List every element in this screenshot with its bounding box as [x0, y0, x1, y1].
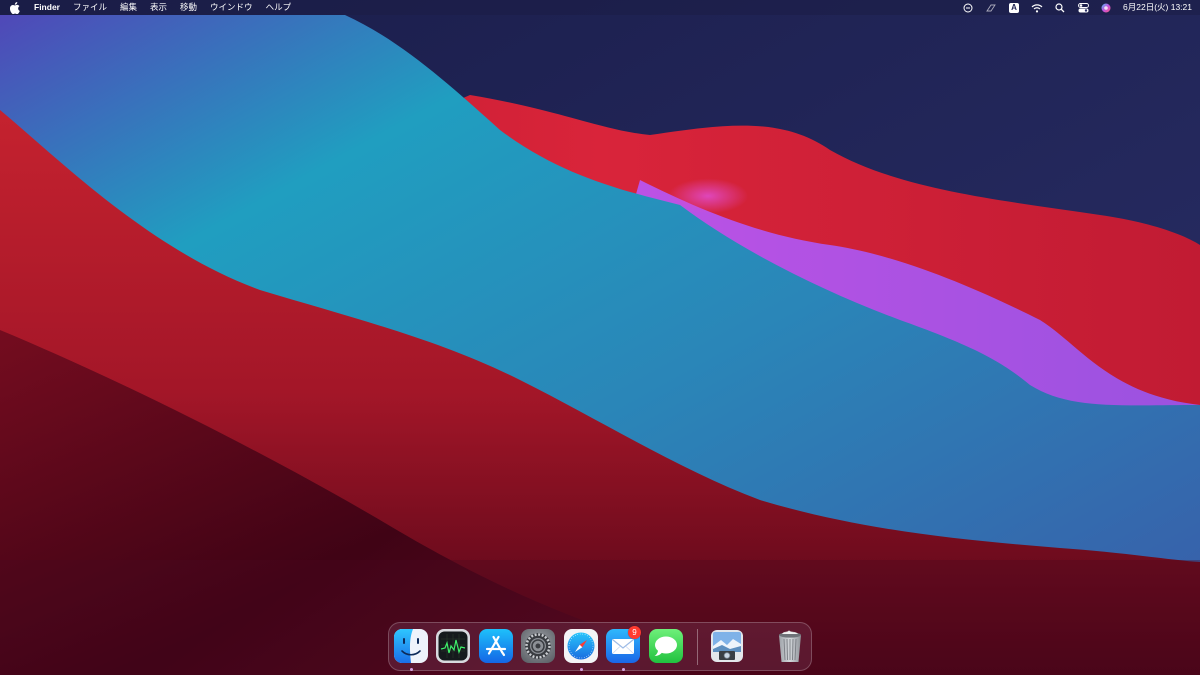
safari-icon [564, 629, 598, 663]
menu-help[interactable]: ヘルプ [266, 0, 292, 15]
desktop-wallpaper [0, 0, 1200, 675]
wifi-icon[interactable] [1031, 2, 1043, 14]
menu-go[interactable]: 移動 [180, 0, 197, 15]
menu-file[interactable]: ファイル [73, 0, 107, 15]
dock-preview[interactable] [710, 629, 744, 663]
input-source-icon[interactable]: A [1008, 2, 1020, 14]
activity-monitor-icon [436, 629, 470, 663]
running-indicator [579, 668, 583, 671]
siri-icon[interactable] [1100, 2, 1112, 14]
messages-icon [649, 629, 683, 663]
dock-safari[interactable] [564, 629, 598, 671]
spotlight-icon[interactable] [1054, 2, 1066, 14]
control-center-icon[interactable] [1077, 2, 1089, 14]
stylus-icon[interactable] [985, 2, 997, 14]
dock-app-store[interactable] [479, 629, 513, 663]
active-app-menu[interactable]: Finder [34, 0, 60, 15]
dock-trash[interactable] [773, 629, 807, 663]
menu-bar: Finder ファイル 編集 表示 移動 ウインドウ ヘルプ A 6月22日(火… [0, 0, 1200, 15]
focus-icon[interactable] [962, 2, 974, 14]
apple-menu-icon[interactable] [10, 1, 21, 14]
dock-finder[interactable] [394, 629, 428, 671]
system-preferences-icon [521, 629, 555, 663]
menu-bar-clock[interactable]: 6月22日(火) 13:21 [1123, 0, 1192, 15]
app-store-icon [479, 629, 513, 663]
input-source-label: A [1009, 2, 1020, 13]
menu-edit[interactable]: 編集 [120, 0, 137, 15]
mail-unread-badge: 9 [628, 626, 641, 639]
dock-activity-monitor[interactable] [436, 629, 470, 663]
dock-messages[interactable] [649, 629, 683, 663]
dock-system-preferences[interactable] [521, 629, 555, 663]
menu-view[interactable]: 表示 [150, 0, 167, 15]
trash-icon [779, 630, 801, 662]
preview-icon [711, 630, 743, 662]
running-indicator [621, 668, 625, 671]
menu-bar-left: Finder ファイル 編集 表示 移動 ウインドウ ヘルプ [10, 0, 304, 15]
dock-mail[interactable]: 9 [606, 626, 641, 671]
dock-separator [697, 629, 698, 665]
running-indicator [409, 668, 413, 671]
dock: 9 [388, 622, 812, 671]
menu-bar-extras: A 6月22日(火) 13:21 [951, 0, 1192, 15]
finder-icon [394, 629, 428, 663]
menu-window[interactable]: ウインドウ [210, 0, 253, 15]
